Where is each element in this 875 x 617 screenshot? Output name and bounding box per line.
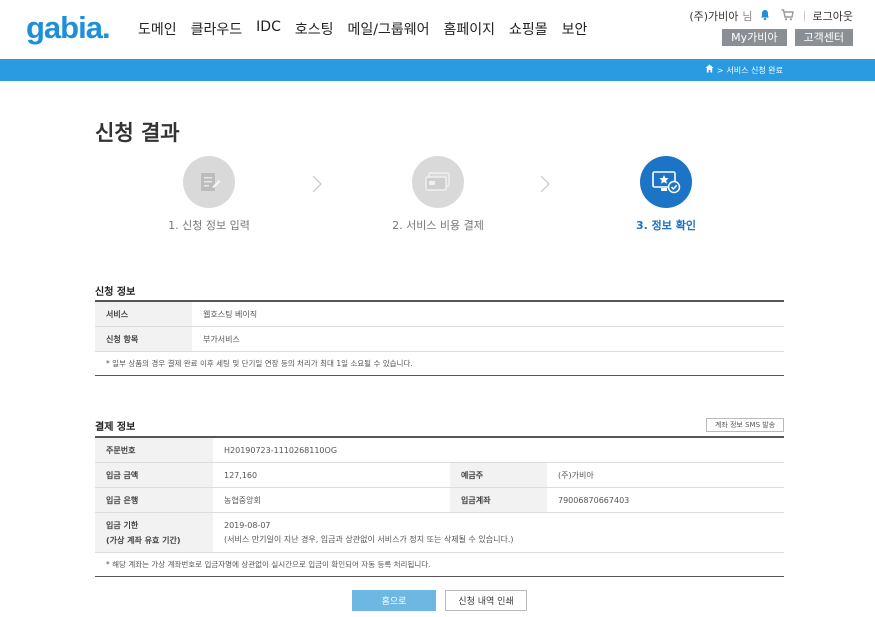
nav-hosting[interactable]: 호스팅 [295, 19, 334, 39]
payment-info-table: 주문번호 H20190723-1110268110OG 입금 금액 127,16… [95, 436, 784, 577]
deadline-value: 2019-08-07 [224, 520, 271, 530]
breadcrumb-separator: > [716, 65, 724, 75]
site-header: gabia. 도메인 클라우드 IDC 호스팅 메일/그룹웨어 홈페이지 쇼핑몰… [0, 0, 875, 58]
step-2: 2. 서비스 비용 결제 [378, 156, 498, 233]
logout-link[interactable]: 로그아웃 [813, 8, 853, 24]
bank-value: 농협중앙회 [224, 495, 261, 505]
customer-center-button[interactable]: 고객센터 [794, 29, 853, 46]
account-label: 입금계좌 [450, 488, 547, 512]
nav-domain[interactable]: 도메인 [138, 19, 177, 39]
payment-info-title: 결제 정보 [95, 422, 136, 433]
step-1-label: 1. 신청 정보 입력 [168, 219, 250, 232]
nav-shoppingmall[interactable]: 쇼핑몰 [509, 19, 548, 39]
depositor-label: 예금주 [450, 463, 547, 487]
step-3: 3. 정보 확인 [606, 156, 726, 233]
user-utility: (주)가비아 님 로그아웃 [689, 8, 853, 24]
application-info-table: 서비스 웹호스팅 베이직 신청 항목 부가서비스 * 일부 상품의 경우 결제 … [95, 300, 784, 376]
amount-value: 127,160 [224, 470, 258, 480]
step-1: 1. 신청 정보 입력 [149, 156, 269, 233]
sms-send-button[interactable]: 계좌 정보 SMS 발송 [706, 418, 784, 432]
nav-security[interactable]: 보안 [562, 19, 588, 39]
table-row: 입금 금액 127,160 예금주 (주)가비아 [95, 463, 784, 488]
credit-card-icon [412, 156, 464, 208]
row-value: 웹호스팅 베이직 [203, 309, 258, 319]
quick-links: My가비아 고객센터 [722, 29, 853, 46]
form-edit-icon [183, 156, 235, 208]
gabia-logo[interactable]: gabia. [26, 10, 111, 46]
amount-label: 입금 금액 [95, 463, 213, 487]
deadline-value-cell: 2019-08-07 (서비스 만기일이 지난 경우, 입금과 상관없이 서비스… [213, 513, 514, 552]
application-note: * 일부 상품의 경우 결제 완료 이후 세팅 및 단기일 연장 등의 처리가 … [95, 352, 784, 376]
chevron-right-icon [540, 175, 550, 197]
bank-label: 입금 은행 [95, 488, 213, 512]
account-value: 79006870667403 [558, 495, 630, 505]
nav-cloud[interactable]: 클라우드 [191, 19, 243, 39]
deadline-sub-label: (가상 계좌 유효 기간) [106, 535, 181, 545]
breadcrumb-bar: > 서비스 신청 완료 [0, 59, 875, 81]
monitor-check-icon [640, 156, 692, 208]
user-name[interactable]: (주)가비아 [689, 8, 738, 24]
home-icon[interactable] [705, 64, 714, 76]
table-row: 입금 은행 농협중앙회 입금계좌 79006870667403 [95, 488, 784, 513]
payment-note: * 해당 계좌는 가상 계좌번호로 입금자명에 상관없이 실시간으로 입금이 확… [95, 553, 784, 577]
print-button[interactable]: 신청 내역 인쇄 [445, 590, 527, 611]
depositor-value: (주)가비아 [558, 470, 594, 480]
cart-icon[interactable] [781, 8, 794, 24]
deadline-note: (서비스 만기일이 지난 경우, 입금과 상관없이 서비스가 정지 또는 삭제될… [224, 534, 514, 544]
order-number-label: 주문번호 [95, 438, 213, 462]
order-number-value: H20190723-1110268110OG [224, 445, 338, 455]
main-nav: 도메인 클라우드 IDC 호스팅 메일/그룹웨어 홈페이지 쇼핑몰 보안 [138, 19, 601, 39]
row-label: 신청 항목 [95, 327, 192, 351]
table-row: 주문번호 H20190723-1110268110OG [95, 438, 784, 463]
home-button[interactable]: 홈으로 [352, 590, 436, 611]
bell-icon[interactable] [759, 9, 771, 24]
nav-mail-groupware[interactable]: 메일/그룹웨어 [348, 19, 430, 39]
user-suffix: 님 [742, 10, 753, 23]
chevron-right-icon [312, 175, 322, 197]
deadline-label: 입금 기한 [106, 520, 139, 530]
table-row: 입금 기한 (가상 계좌 유효 기간) 2019-08-07 (서비스 만기일이… [95, 513, 784, 553]
row-value: 부가서비스 [203, 334, 240, 344]
breadcrumb: > 서비스 신청 완료 [705, 64, 783, 76]
step-2-label: 2. 서비스 비용 결제 [392, 219, 484, 232]
breadcrumb-current: 서비스 신청 완료 [726, 65, 783, 75]
table-row: 신청 항목 부가서비스 [95, 327, 784, 352]
step-3-label: 3. 정보 확인 [636, 219, 696, 232]
row-label: 서비스 [95, 302, 192, 326]
deadline-label-cell: 입금 기한 (가상 계좌 유효 기간) [95, 513, 213, 552]
application-info-title: 신청 정보 [95, 287, 136, 298]
nav-idc[interactable]: IDC [256, 19, 281, 39]
table-row: 서비스 웹호스팅 베이직 [95, 302, 784, 327]
nav-homepage[interactable]: 홈페이지 [444, 19, 496, 39]
my-gabia-button[interactable]: My가비아 [722, 29, 787, 46]
page-title: 신청 결과 [95, 121, 180, 145]
utility-divider [803, 11, 805, 21]
